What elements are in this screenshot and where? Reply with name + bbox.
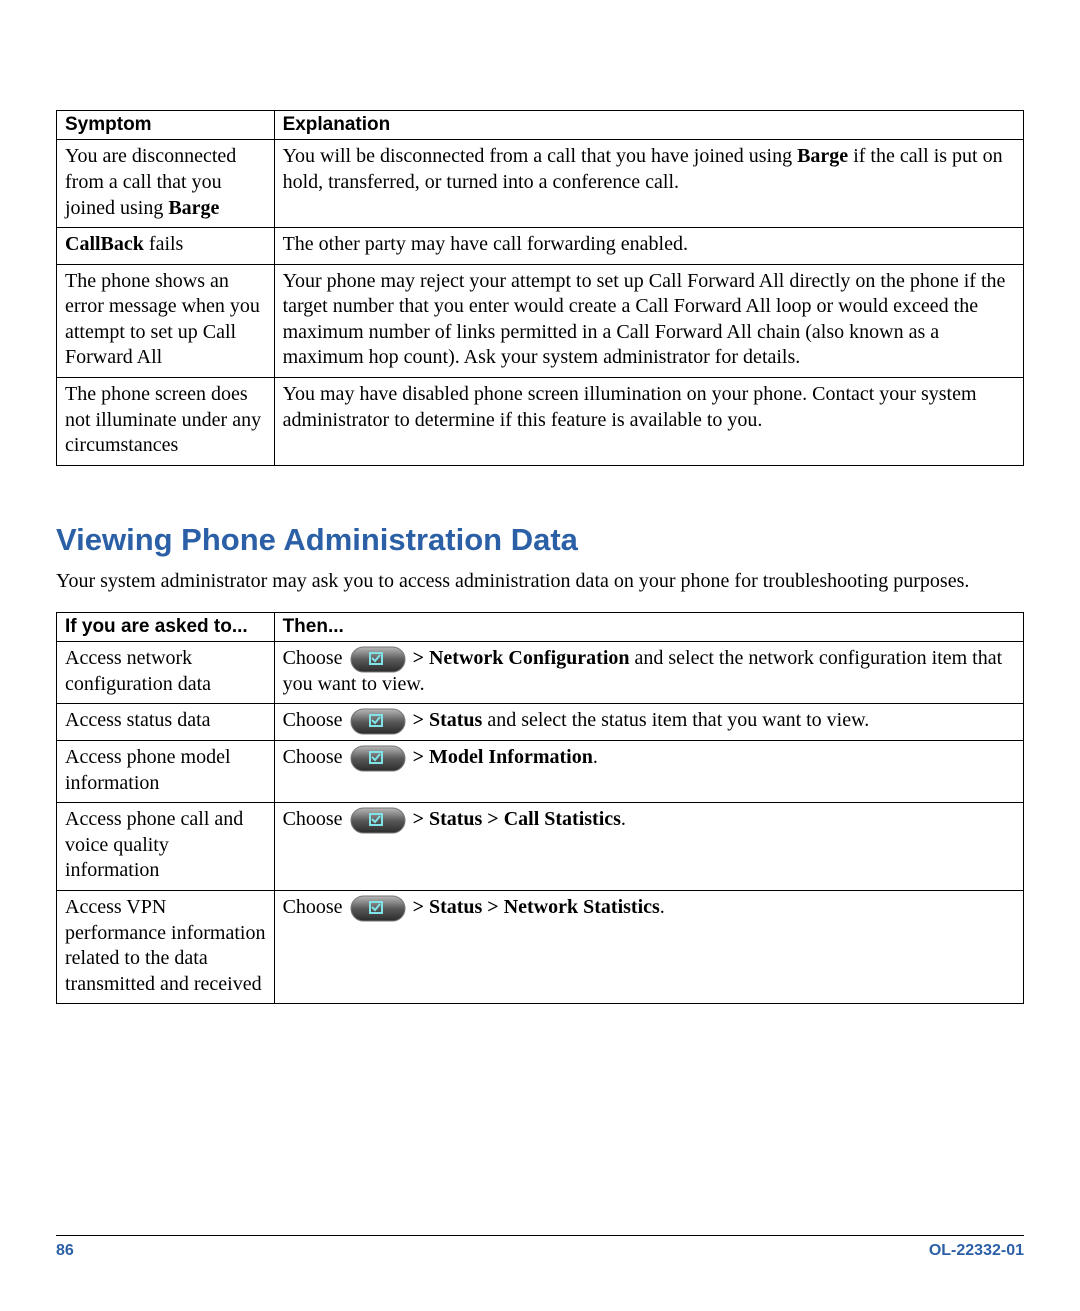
then-cell: Choose > Network Configuration and selec… — [274, 642, 1023, 704]
asked-cell: Access status data — [57, 704, 275, 741]
intro-paragraph: Your system administrator may ask you to… — [56, 568, 1024, 594]
explanation-cell: You may have disabled phone screen illum… — [274, 378, 1023, 466]
col-header-symptom: Symptom — [57, 111, 275, 140]
then-cell: Choose > Model Information. — [274, 740, 1023, 802]
symptom-cell: You are disconnected from a call that yo… — [57, 140, 275, 228]
asked-cell: Access phone call and voice quality info… — [57, 803, 275, 891]
table-row: Access status data Choose > Status and s… — [57, 704, 1024, 741]
table-row: Access phone call and voice quality info… — [57, 803, 1024, 891]
explanation-cell: The other party may have call forwarding… — [274, 228, 1023, 265]
table-header-row: Symptom Explanation — [57, 111, 1024, 140]
symptom-cell: The phone screen does not illuminate und… — [57, 378, 275, 466]
explanation-cell: Your phone may reject your attempt to se… — [274, 264, 1023, 377]
settings-button-icon — [350, 809, 406, 832]
symptom-cell: CallBack fails — [57, 228, 275, 265]
page-number: 86 — [56, 1242, 74, 1260]
table-row: Access phone model information Choose > … — [57, 740, 1024, 802]
section-heading: Viewing Phone Administration Data — [56, 522, 1024, 558]
col-header-asked: If you are asked to... — [57, 612, 275, 641]
settings-button-icon — [350, 648, 406, 671]
table-row: Access network configuration data Choose… — [57, 642, 1024, 704]
table-header-row: If you are asked to... Then... — [57, 612, 1024, 641]
settings-button-icon — [350, 747, 406, 770]
page-content: Symptom Explanation You are disconnected… — [0, 0, 1080, 1044]
table-row: Access VPN performance information relat… — [57, 890, 1024, 1003]
table-row: CallBack fails The other party may have … — [57, 228, 1024, 265]
asked-cell: Access network configuration data — [57, 642, 275, 704]
asked-cell: Access phone model information — [57, 740, 275, 802]
table-row: The phone shows an error message when yo… — [57, 264, 1024, 377]
document-id: OL-22332-01 — [929, 1242, 1024, 1260]
table-row: The phone screen does not illuminate und… — [57, 378, 1024, 466]
symptom-cell: The phone shows an error message when yo… — [57, 264, 275, 377]
explanation-cell: You will be disconnected from a call tha… — [274, 140, 1023, 228]
asked-cell: Access VPN performance information relat… — [57, 890, 275, 1003]
instructions-table: If you are asked to... Then... Access ne… — [56, 612, 1024, 1004]
page-footer: 86 OL-22332-01 — [0, 1235, 1080, 1265]
then-cell: Choose > Status and select the status it… — [274, 704, 1023, 741]
table-row: You are disconnected from a call that yo… — [57, 140, 1024, 228]
col-header-then: Then... — [274, 612, 1023, 641]
settings-button-icon — [350, 710, 406, 733]
then-cell: Choose > Status > Call Statistics. — [274, 803, 1023, 891]
symptom-table: Symptom Explanation You are disconnected… — [56, 110, 1024, 466]
col-header-explanation: Explanation — [274, 111, 1023, 140]
settings-button-icon — [350, 897, 406, 920]
then-cell: Choose > Status > Network Statistics. — [274, 890, 1023, 1003]
